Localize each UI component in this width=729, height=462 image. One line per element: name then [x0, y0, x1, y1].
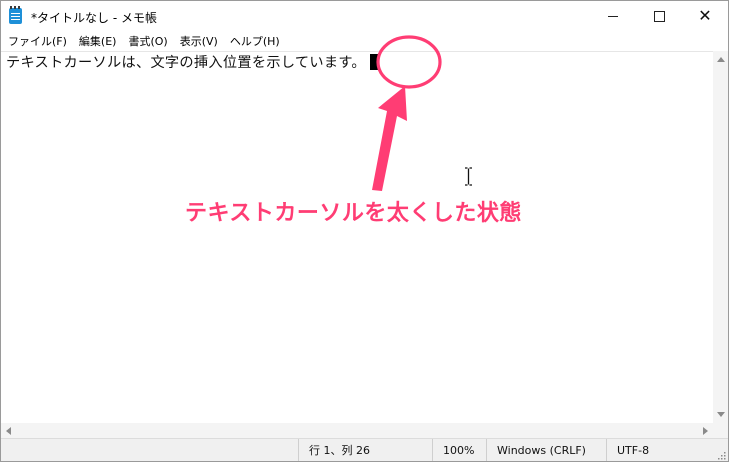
minimize-icon	[608, 15, 618, 17]
editor-text: テキストカーソルは、文字の挿入位置を示しています。	[6, 55, 366, 71]
window-title: *タイトルなし - メモ帳	[31, 11, 157, 25]
notepad-window: *タイトルなし - メモ帳 ✕ ファイル(F) 編集(E) 書式(O) 表示(V…	[0, 0, 729, 462]
vertical-scrollbar[interactable]	[713, 51, 728, 423]
maximize-icon	[653, 10, 665, 22]
line-ending-status: Windows (CRLF)	[486, 439, 607, 461]
horizontal-scrollbar[interactable]	[1, 423, 713, 438]
text-editor-area[interactable]: テキストカーソルは、文字の挿入位置を示しています。	[1, 51, 713, 424]
menu-edit[interactable]: 編集(E)	[79, 33, 117, 49]
menu-format[interactable]: 書式(O)	[128, 33, 167, 49]
resize-grip-icon[interactable]	[716, 450, 726, 460]
menu-file[interactable]: ファイル(F)	[8, 33, 67, 49]
encoding-status: UTF-8	[606, 439, 727, 461]
scrollbar-corner	[713, 423, 728, 438]
ibeam-cursor-icon	[465, 167, 472, 186]
maximize-button[interactable]	[636, 1, 682, 31]
title-bar[interactable]: *タイトルなし - メモ帳 ✕	[1, 1, 728, 31]
zoom-status: 100%	[432, 439, 489, 461]
close-button[interactable]: ✕	[682, 1, 728, 31]
scroll-left-icon[interactable]	[6, 427, 11, 435]
menu-view[interactable]: 表示(V)	[180, 33, 218, 49]
minimize-button[interactable]	[590, 1, 636, 31]
notepad-icon[interactable]	[9, 6, 22, 24]
editor-line[interactable]: テキストカーソルは、文字の挿入位置を示しています。	[6, 52, 379, 72]
scroll-up-icon[interactable]	[717, 57, 725, 62]
menu-help[interactable]: ヘルプ(H)	[230, 33, 280, 49]
scroll-down-icon[interactable]	[717, 412, 725, 417]
menu-bar: ファイル(F) 編集(E) 書式(O) 表示(V) ヘルプ(H)	[1, 31, 728, 51]
cursor-position-status: 行 1、列 26	[298, 439, 431, 461]
scroll-right-icon[interactable]	[703, 427, 708, 435]
close-icon: ✕	[698, 6, 712, 25]
text-cursor	[369, 54, 379, 70]
status-bar: 行 1、列 26 100% Windows (CRLF) UTF-8	[1, 438, 728, 461]
